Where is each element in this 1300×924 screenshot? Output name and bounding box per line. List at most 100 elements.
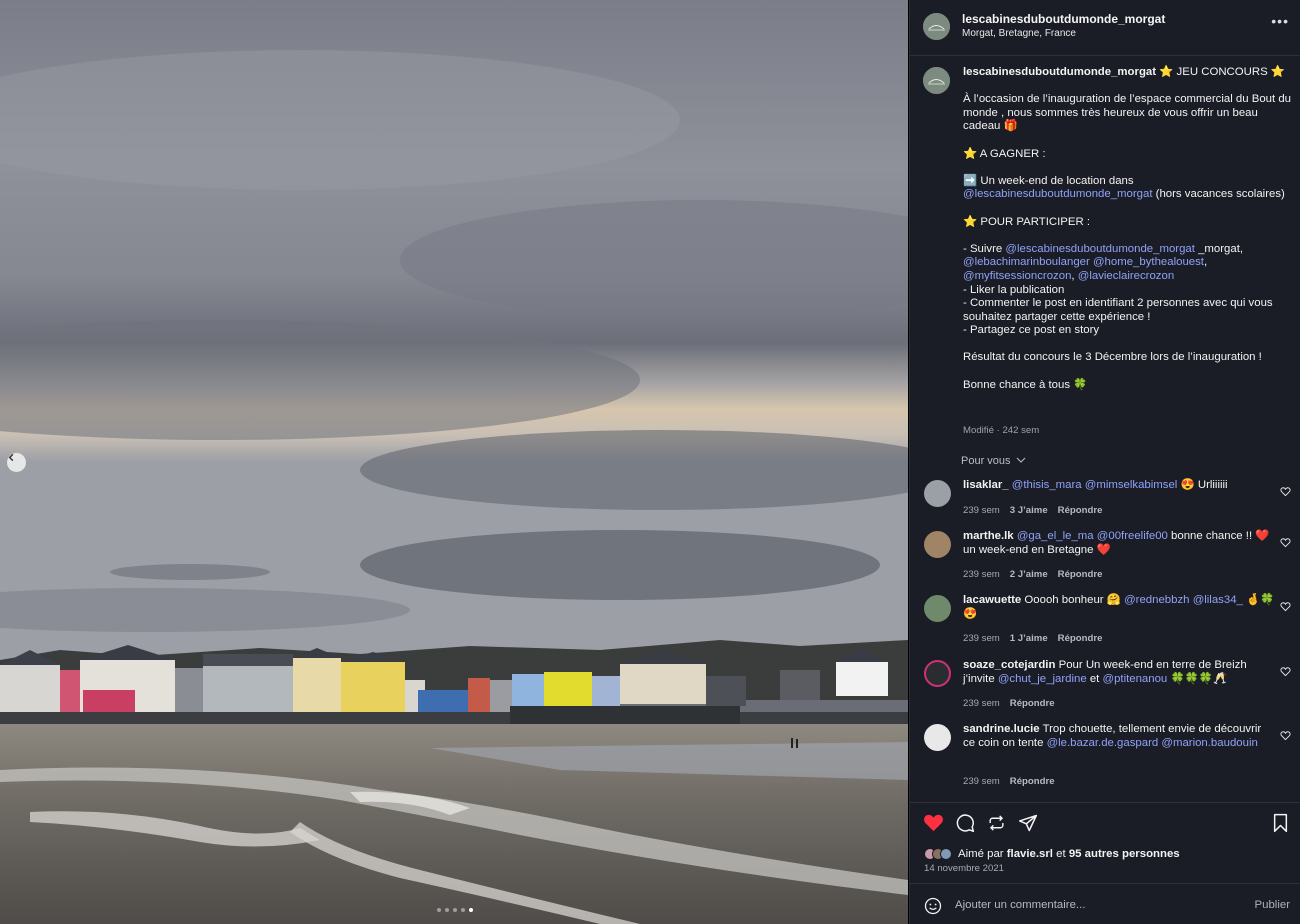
comment-like-heart-icon[interactable] — [1280, 601, 1291, 612]
liker-avatar — [940, 848, 952, 860]
header-location[interactable]: Morgat, Bretagne, France — [962, 28, 1076, 39]
comment-text: marthe.lk @ga_el_le_ma @00freelife00 bon… — [963, 530, 1275, 557]
caption-username[interactable]: lescabinesduboutdumonde_morgat — [963, 66, 1156, 78]
comment-body: Ooooh bonheur 🤗 — [1021, 594, 1125, 606]
comment-mention[interactable]: @00freelife00 — [1097, 530, 1168, 542]
caption-meta: Modifié · 242 sem — [963, 425, 1040, 436]
caption-gagner-heading: ⭐️ A GAGNER : — [963, 147, 1046, 160]
comment-mention[interactable]: @ptitenanou — [1103, 673, 1168, 685]
previous-slide-button[interactable] — [7, 453, 26, 472]
comment-username[interactable]: marthe.lk — [963, 530, 1014, 542]
post-details-panel: lescabinesduboutdumonde_morgat Morgat, B… — [909, 0, 1300, 924]
comment-meta: 239 sem Répondre — [963, 776, 1055, 787]
commenter-avatar[interactable] — [924, 660, 951, 687]
reply-button[interactable]: Répondre — [1058, 505, 1103, 516]
reply-button[interactable]: Répondre — [1010, 776, 1055, 787]
comment-mention[interactable]: @marion.baudouin — [1161, 737, 1257, 749]
comment-body: et — [1086, 672, 1103, 685]
reply-button[interactable]: Répondre — [1058, 569, 1103, 580]
comment-text: sandrine.lucie Trop chouette, tellement … — [963, 723, 1275, 750]
comment-mention[interactable]: @thisis_mara — [1012, 479, 1082, 491]
comment-meta: 239 sem 1 J’aime Répondre — [963, 633, 1102, 644]
comment-likes[interactable]: 3 J’aime — [1010, 505, 1048, 516]
more-options-icon[interactable]: ••• — [1271, 13, 1289, 29]
header-username[interactable]: lescabinesduboutdumonde_morgat — [962, 12, 1165, 26]
caption-participer-heading: ⭐️ POUR PARTICIPER : — [963, 215, 1091, 228]
carousel-dot — [453, 908, 457, 912]
post-header: lescabinesduboutdumonde_morgat Morgat, B… — [910, 0, 1300, 56]
liked-mid: et — [1052, 848, 1069, 860]
carousel-indicator — [437, 908, 473, 912]
post-date: 14 novembre 2021 — [924, 863, 1005, 874]
comment-filter-dropdown[interactable]: Pour vous — [961, 455, 1026, 467]
caption-prize-suffix: (hors vacances scolaires) — [1152, 188, 1285, 201]
comment-mention[interactable]: @mimselkabimsel — [1085, 479, 1178, 491]
caption-follow-mention[interactable]: @myfitsessioncrozon — [963, 270, 1071, 282]
post-photo — [0, 0, 908, 924]
caption-rule-share: - Partagez ce post en story — [963, 324, 1100, 337]
comment-likes[interactable]: 2 J’aime — [1010, 569, 1048, 580]
share-icon[interactable] — [1018, 813, 1038, 833]
caption-rule-comment: - Commenter le post en identifiant 2 per… — [963, 297, 1273, 323]
reply-button[interactable]: Répondre — [1058, 633, 1103, 644]
comment-like-heart-icon[interactable] — [1280, 666, 1291, 677]
chevron-left-icon — [8, 453, 14, 462]
comment-like-heart-icon[interactable] — [1280, 730, 1291, 741]
post-caption: lescabinesduboutdumonde_morgat ⭐️ JEU CO… — [963, 66, 1291, 392]
account-avatar[interactable] — [923, 13, 950, 40]
comment-filter-label: Pour vous — [961, 455, 1011, 467]
beach-village-image — [0, 0, 908, 924]
comment-like-heart-icon[interactable] — [1280, 486, 1291, 497]
comment-username[interactable]: lisaklar_ — [963, 479, 1009, 491]
bookmark-icon[interactable] — [1272, 813, 1289, 833]
commenter-avatar[interactable] — [924, 531, 951, 558]
commenter-avatar[interactable] — [924, 480, 951, 507]
add-comment-bar: Ajouter un commentaire... Publier — [910, 883, 1300, 924]
reply-button[interactable]: Répondre — [1010, 698, 1055, 709]
commenter-avatar[interactable] — [924, 595, 951, 622]
comment-mention[interactable]: @chut_je_jardine — [998, 673, 1087, 685]
carousel-dot — [469, 908, 473, 912]
emoji-icon[interactable] — [924, 897, 942, 915]
liked-others[interactable]: 95 autres personnes — [1069, 848, 1180, 860]
comment-meta: 239 sem 3 J’aime Répondre — [963, 505, 1102, 516]
liked-user[interactable]: flavie.srl — [1007, 848, 1053, 860]
comment-username[interactable]: soaze_cotejardin — [963, 659, 1055, 671]
liked-prefix: Aimé par — [958, 848, 1007, 860]
comment-body: 🍀🍀🍀🥂 — [1167, 672, 1228, 685]
carousel-dot — [461, 908, 465, 912]
comment-mention[interactable]: @le.bazar.de.gaspard — [1047, 737, 1159, 749]
comment-icon[interactable] — [955, 813, 975, 833]
caption-title: ⭐️ JEU CONCOURS ⭐️ — [1156, 66, 1286, 78]
comment-input[interactable]: Ajouter un commentaire... — [955, 899, 1085, 911]
comment-like-heart-icon[interactable] — [1280, 537, 1291, 548]
repost-icon[interactable] — [987, 813, 1006, 833]
comment-text: lisaklar_ @thisis_mara @mimselkabimsel 😍… — [963, 479, 1275, 493]
caption-follow-mention[interactable]: @home_bythealouest — [1093, 256, 1204, 268]
caption-result: Résultat du concours le 3 Décembre lors … — [963, 351, 1262, 364]
caption-follow-mention[interactable]: @lebachimarinboulanger — [963, 256, 1090, 268]
comment-text: lacawuette Ooooh bonheur 🤗 @rednebbzh @l… — [963, 594, 1275, 621]
caption-follow-mention[interactable]: @lavieclairecrozon — [1078, 270, 1174, 282]
caption-follow-mention[interactable]: @lescabinesduboutdumonde_morgat — [1005, 243, 1195, 255]
comment-mention[interactable]: @ga_el_le_ma — [1017, 530, 1094, 542]
liked-by: Aimé par flavie.srl et 95 autres personn… — [924, 846, 1180, 862]
cabin-logo-icon — [923, 13, 950, 40]
comment-mention[interactable]: @rednebbzh — [1124, 594, 1189, 606]
caption-prize-mention[interactable]: @lescabinesduboutdumonde_morgat — [963, 188, 1153, 200]
carousel-dot — [437, 908, 441, 912]
comment-text: soaze_cotejardin Pour Un week-end en ter… — [963, 659, 1275, 686]
comment-mention[interactable]: @lilas34_ — [1193, 594, 1243, 606]
caption-avatar[interactable] — [923, 67, 950, 94]
comment-username[interactable]: sandrine.lucie — [963, 723, 1040, 735]
commenter-avatar[interactable] — [924, 724, 951, 751]
heart-filled-icon[interactable] — [923, 813, 944, 832]
comment-meta: 239 sem Répondre — [963, 698, 1055, 709]
comment-username[interactable]: lacawuette — [963, 594, 1021, 606]
caption-prize-prefix: ➡️ Un week-end de location dans — [963, 174, 1134, 187]
caption-luck: Bonne chance à tous 🍀 — [963, 378, 1088, 391]
publish-button[interactable]: Publier — [1255, 899, 1290, 911]
comment-likes[interactable]: 1 J’aime — [1010, 633, 1048, 644]
carousel-dot — [445, 908, 449, 912]
caption-rule-like: - Liker la publication — [963, 283, 1065, 296]
